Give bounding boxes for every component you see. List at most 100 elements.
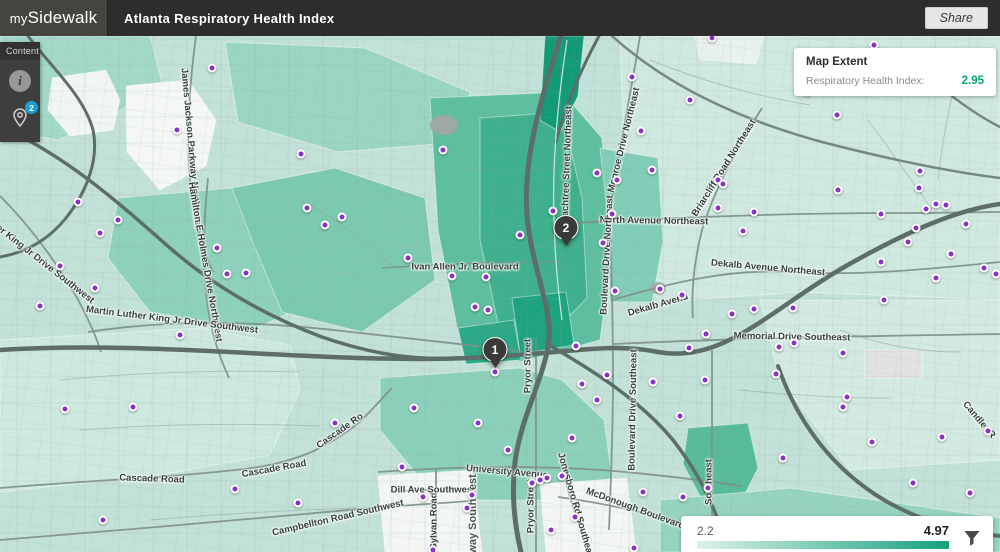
data-point-dot[interactable] <box>728 310 737 319</box>
data-point-dot[interactable] <box>843 393 852 402</box>
data-point-dot[interactable] <box>599 239 608 248</box>
data-point-dot[interactable] <box>173 126 182 135</box>
data-point-dot[interactable] <box>613 176 622 185</box>
data-point-dot[interactable] <box>448 272 457 281</box>
data-point-dot[interactable] <box>656 285 665 294</box>
data-point-dot[interactable] <box>547 526 556 535</box>
data-point-dot[interactable] <box>750 305 759 314</box>
data-point-dot[interactable] <box>916 167 925 176</box>
data-point-dot[interactable] <box>834 186 843 195</box>
data-point-dot[interactable] <box>915 184 924 193</box>
data-point-dot[interactable] <box>686 96 695 105</box>
data-point-dot[interactable] <box>404 254 413 263</box>
data-point-dot[interactable] <box>468 491 477 500</box>
data-point-dot[interactable] <box>719 180 728 189</box>
data-point-dot[interactable] <box>484 306 493 315</box>
data-point-dot[interactable] <box>338 213 347 222</box>
data-point-dot[interactable] <box>474 419 483 428</box>
data-point-dot[interactable] <box>176 331 185 340</box>
data-point-dot[interactable] <box>611 287 620 296</box>
data-point-dot[interactable] <box>912 224 921 233</box>
data-point-dot[interactable] <box>649 378 658 387</box>
data-point-dot[interactable] <box>463 504 472 513</box>
data-point-dot[interactable] <box>96 229 105 238</box>
data-point-dot[interactable] <box>208 64 217 73</box>
data-point-dot[interactable] <box>637 127 646 136</box>
data-point-dot[interactable] <box>516 231 525 240</box>
data-point-dot[interactable] <box>543 474 552 483</box>
filter-icon[interactable] <box>962 528 982 548</box>
data-point-dot[interactable] <box>909 479 918 488</box>
data-point-dot[interactable] <box>439 146 448 155</box>
mysidewalk-logo[interactable]: mySidewalk <box>0 0 108 36</box>
data-point-dot[interactable] <box>779 454 788 463</box>
data-point-dot[interactable] <box>877 258 886 267</box>
data-point-dot[interactable] <box>904 238 913 247</box>
data-point-dot[interactable] <box>331 419 340 428</box>
data-point-dot[interactable] <box>491 368 500 377</box>
data-point-dot[interactable] <box>702 330 711 339</box>
data-point-dot[interactable] <box>231 485 240 494</box>
data-point-dot[interactable] <box>398 463 407 472</box>
data-point-dot[interactable] <box>91 284 100 293</box>
data-point-dot[interactable] <box>593 396 602 405</box>
data-point-dot[interactable] <box>648 166 657 175</box>
data-point-dot[interactable] <box>603 371 612 380</box>
data-point-dot[interactable] <box>572 342 581 351</box>
data-point-dot[interactable] <box>114 216 123 225</box>
data-point-dot[interactable] <box>980 264 989 273</box>
data-point-dot[interactable] <box>962 220 971 229</box>
data-point-dot[interactable] <box>947 250 956 259</box>
layers-pin-button[interactable]: 2 <box>8 106 32 130</box>
data-point-dot[interactable] <box>99 516 108 525</box>
data-point-dot[interactable] <box>685 344 694 353</box>
data-point-dot[interactable] <box>578 380 587 389</box>
data-point-dot[interactable] <box>294 499 303 508</box>
data-point-dot[interactable] <box>942 201 951 210</box>
data-point-dot[interactable] <box>321 221 330 230</box>
data-point-dot[interactable] <box>639 488 648 497</box>
data-point-dot[interactable] <box>558 472 567 481</box>
data-point-dot[interactable] <box>922 205 931 214</box>
data-point-dot[interactable] <box>36 302 45 311</box>
data-point-dot[interactable] <box>679 493 688 502</box>
data-point-dot[interactable] <box>839 403 848 412</box>
map-marker-2[interactable]: 2 <box>554 215 579 246</box>
data-point-dot[interactable] <box>242 269 251 278</box>
data-point-dot[interactable] <box>868 438 877 447</box>
map-marker-1[interactable]: 1 <box>483 337 508 368</box>
data-point-dot[interactable] <box>739 227 748 236</box>
data-point-dot[interactable] <box>880 296 889 305</box>
data-point-dot[interactable] <box>303 204 312 213</box>
data-point-dot[interactable] <box>129 403 138 412</box>
data-point-dot[interactable] <box>504 446 513 455</box>
data-point-dot[interactable] <box>775 343 784 352</box>
data-point-dot[interactable] <box>877 210 886 219</box>
data-point-dot[interactable] <box>297 150 306 159</box>
data-point-dot[interactable] <box>833 111 842 120</box>
data-point-dot[interactable] <box>608 210 617 219</box>
data-point-dot[interactable] <box>932 274 941 283</box>
data-point-dot[interactable] <box>429 546 438 552</box>
data-point-dot[interactable] <box>56 262 65 271</box>
legend-gradient-bar[interactable] <box>697 541 949 549</box>
info-icon[interactable]: i <box>9 70 31 92</box>
data-point-dot[interactable] <box>213 244 222 253</box>
data-point-dot[interactable] <box>992 270 1000 279</box>
data-point-dot[interactable] <box>419 493 428 502</box>
data-point-dot[interactable] <box>839 349 848 358</box>
data-point-dot[interactable] <box>678 291 687 300</box>
data-point-dot[interactable] <box>789 304 798 313</box>
data-point-dot[interactable] <box>482 273 491 282</box>
data-point-dot[interactable] <box>471 303 480 312</box>
data-point-dot[interactable] <box>772 370 781 379</box>
data-point-dot[interactable] <box>223 270 232 279</box>
share-button[interactable]: Share <box>925 7 988 29</box>
data-point-dot[interactable] <box>938 433 947 442</box>
data-point-dot[interactable] <box>593 169 602 178</box>
data-point-dot[interactable] <box>932 200 941 209</box>
data-point-dot[interactable] <box>676 412 685 421</box>
data-point-dot[interactable] <box>630 544 639 552</box>
data-point-dot[interactable] <box>571 513 580 522</box>
data-point-dot[interactable] <box>966 489 975 498</box>
